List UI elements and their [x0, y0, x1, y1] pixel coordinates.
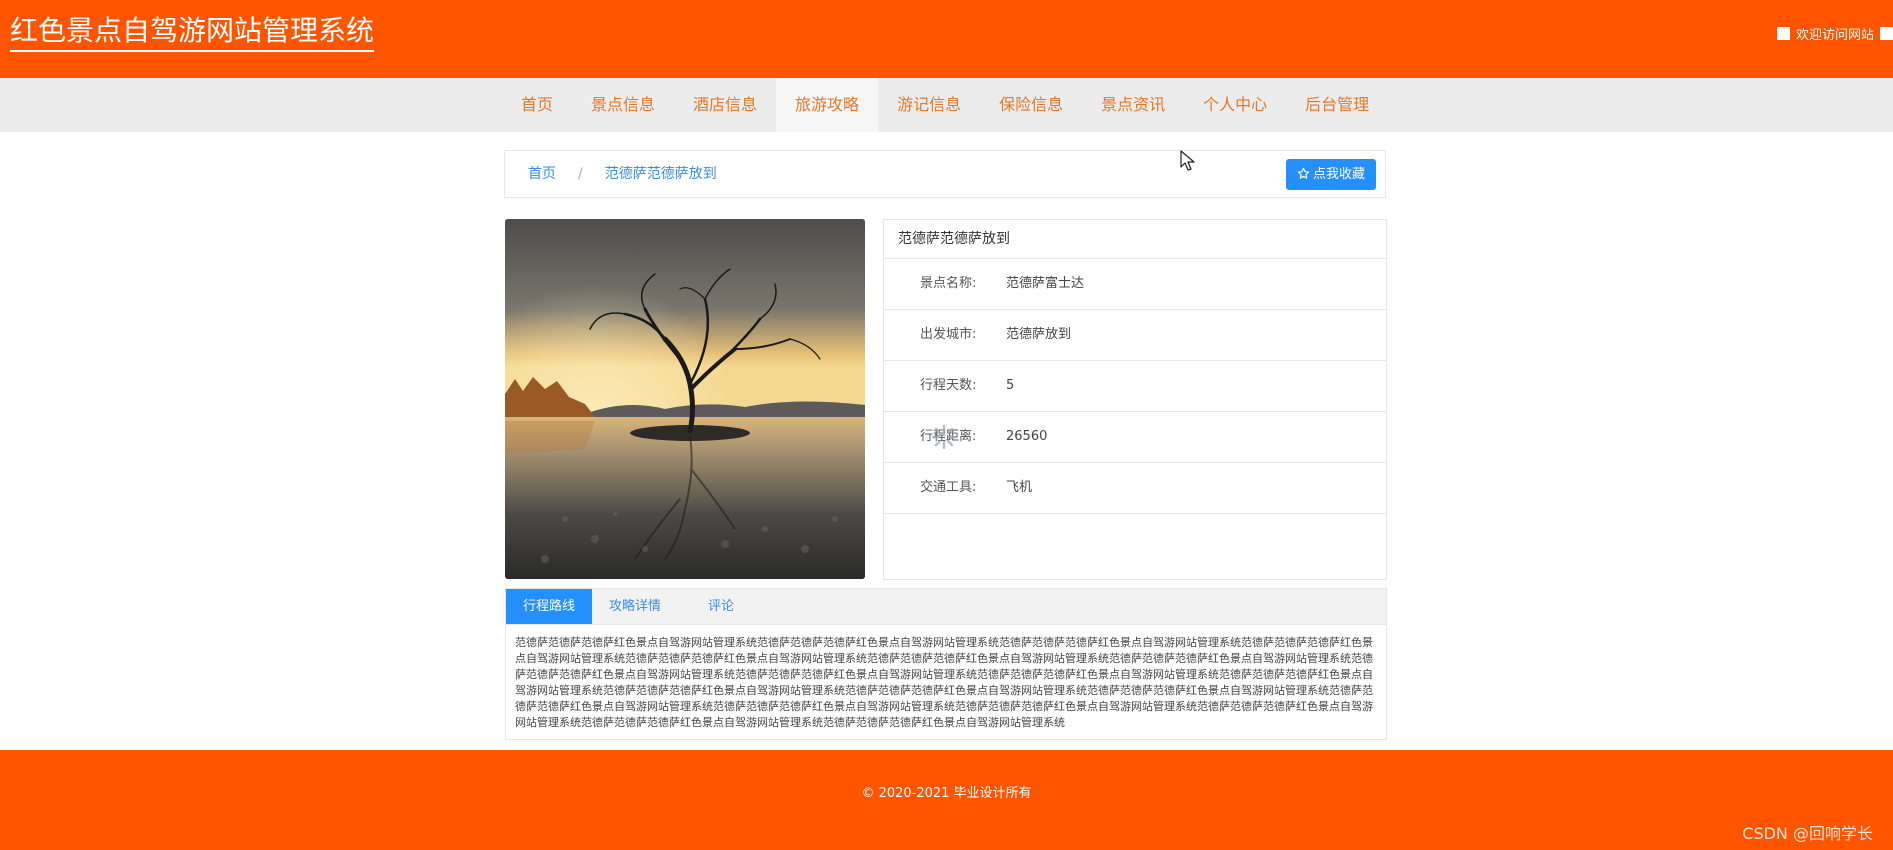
nav-item-admin[interactable]: 后台管理 — [1286, 78, 1388, 132]
site-title[interactable]: 红色景点自驾游网站管理系统 — [10, 14, 375, 52]
copyright-text: © 2020-2021 毕业设计所有 — [861, 786, 1032, 801]
nav-item-travel-guides[interactable]: 旅游攻略 — [776, 78, 879, 132]
detail-label: 景点名称: — [920, 276, 977, 291]
detail-value: 范德萨放到 — [1006, 327, 1072, 342]
breadcrumb-home[interactable]: 首页 — [528, 151, 556, 197]
detail-row: 交通工具: 飞机 — [884, 463, 1386, 514]
breadcrumb-current[interactable]: 范德萨范德萨放到 — [605, 151, 717, 197]
nav-item-attractions[interactable]: 景点信息 — [572, 78, 674, 132]
detail-label: 行程天数: — [920, 378, 977, 393]
loading-spinner-icon — [931, 424, 957, 450]
welcome-area: 欢迎访问网站 — [1776, 24, 1893, 43]
nav-item-news[interactable]: 景点资讯 — [1082, 78, 1184, 132]
detail-label: 出发城市: — [920, 327, 977, 342]
detail-label: 交通工具: — [920, 480, 977, 495]
detail-title: 范德萨范德萨放到 — [884, 220, 1386, 259]
top-header: 红色景点自驾游网站管理系统 欢迎访问网站 — [0, 0, 1893, 78]
attraction-photo — [505, 219, 865, 579]
content-tabs: 行程路线 攻略详情 评论 范德萨范德萨范德萨红色景点自驾游网站管理系统范德萨范德… — [505, 588, 1387, 740]
nav-item-home[interactable]: 首页 — [502, 78, 572, 132]
detail-panel: 范德萨范德萨放到 景点名称: 范德萨富士达 出发城市: 范德萨放到 行程天数: … — [883, 219, 1387, 580]
nav-items: 首页 景点信息 酒店信息 旅游攻略 游记信息 保险信息 景点资讯 个人中心 后台… — [502, 78, 1388, 132]
footer: © 2020-2021 毕业设计所有 CSDN @回响学长 — [0, 750, 1893, 850]
favorite-label: 点我收藏 — [1312, 167, 1365, 182]
nav-item-travel-notes[interactable]: 游记信息 — [878, 78, 980, 132]
detail-row: 出发城市: 范德萨放到 — [884, 310, 1386, 361]
watermark-text: CSDN @回响学长 — [1742, 824, 1873, 843]
main-nav: 首页 景点信息 酒店信息 旅游攻略 游记信息 保险信息 景点资讯 个人中心 后台… — [0, 78, 1893, 132]
tab-route[interactable]: 行程路线 — [506, 589, 593, 624]
breadcrumb-bar: 首页 / 范德萨范德萨放到 点我收藏 — [504, 150, 1386, 198]
detail-row: 行程距离: 26560 — [884, 412, 1386, 463]
breadcrumb: 首页 / 范德萨范德萨放到 — [528, 151, 717, 197]
breadcrumb-separator: / — [578, 166, 583, 182]
nav-item-insurance[interactable]: 保险信息 — [980, 78, 1082, 132]
square-icon — [1776, 26, 1790, 40]
detail-value: 飞机 — [1006, 480, 1033, 495]
nav-item-hotels[interactable]: 酒店信息 — [674, 78, 776, 132]
welcome-text: 欢迎访问网站 — [1795, 27, 1874, 43]
detail-value: 26560 — [1006, 429, 1048, 444]
favorite-button[interactable]: 点我收藏 — [1286, 159, 1376, 190]
detail-value: 范德萨富士达 — [1006, 276, 1085, 291]
nav-item-profile[interactable]: 个人中心 — [1184, 78, 1286, 132]
tab-content: 范德萨范德萨范德萨红色景点自驾游网站管理系统范德萨范德萨范德萨红色景点自驾游网站… — [515, 636, 1373, 729]
tab-comments[interactable]: 评论 — [684, 589, 758, 624]
star-outline-icon — [1297, 167, 1310, 179]
lake-tree-image — [505, 219, 865, 579]
detail-row: 景点名称: 范德萨富士达 — [884, 259, 1386, 310]
square-icon — [1880, 26, 1893, 40]
tab-guide-details[interactable]: 攻略详情 — [592, 589, 678, 624]
detail-value: 5 — [1006, 378, 1015, 393]
mouse-cursor-icon — [1180, 150, 1195, 171]
tab-header: 行程路线 攻略详情 评论 — [506, 589, 1386, 625]
detail-row: 行程天数: 5 — [884, 361, 1386, 412]
